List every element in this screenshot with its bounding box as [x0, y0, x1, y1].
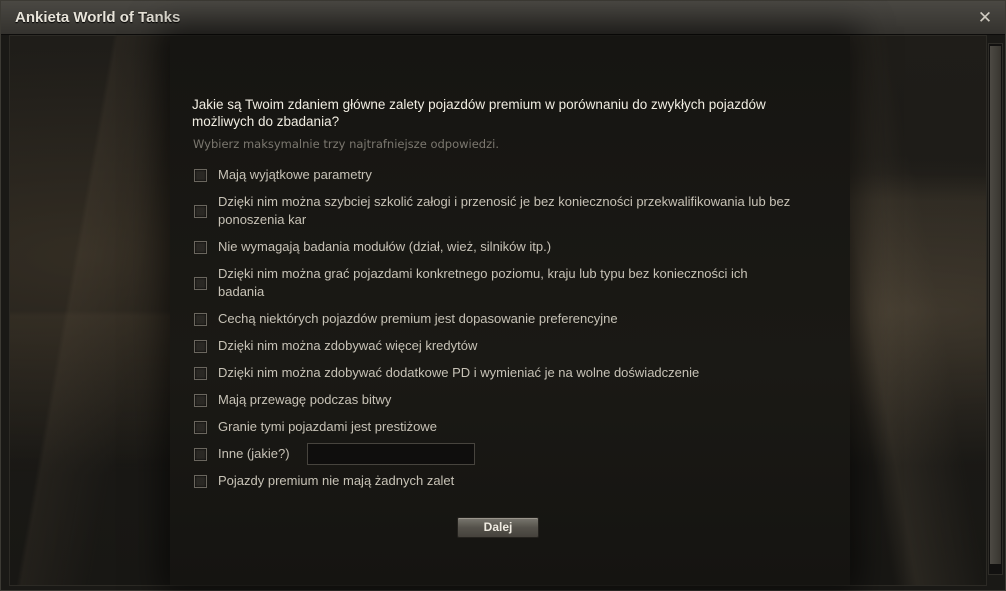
- option-label[interactable]: Inne (jakie?): [218, 445, 304, 463]
- option-label[interactable]: Dzięki nim można szybciej szkolić załogi…: [218, 193, 793, 229]
- option-row[interactable]: Dzięki nim można zdobywać więcej kredytó…: [194, 337, 794, 355]
- option-checkbox[interactable]: [194, 447, 207, 461]
- option-checkbox[interactable]: [194, 168, 207, 182]
- option-checkbox[interactable]: [194, 339, 207, 353]
- option-checkbox[interactable]: [194, 276, 207, 290]
- option-row[interactable]: Nie wymagają badania modułów (dział, wie…: [194, 238, 794, 256]
- next-button[interactable]: Dalej: [457, 517, 539, 538]
- option-row[interactable]: Dzięki nim można szybciej szkolić załogi…: [194, 193, 794, 229]
- scrollbar[interactable]: [988, 43, 1003, 575]
- survey-window: Ankieta World of Tanks ✕ Jakie są Twoim …: [0, 0, 1006, 591]
- option-checkbox[interactable]: [194, 474, 207, 488]
- question-text: Jakie są Twoim zdaniem główne zalety poj…: [192, 97, 766, 129]
- other-answer-input[interactable]: [307, 443, 475, 465]
- window-title: Ankieta World of Tanks: [15, 9, 181, 26]
- option-label[interactable]: Granie tymi pojazdami jest prestiżowe: [218, 418, 793, 436]
- option-row[interactable]: Granie tymi pojazdami jest prestiżowe: [194, 418, 794, 436]
- option-label[interactable]: Dzięki nim można grać pojazdami konkretn…: [218, 265, 793, 301]
- option-row-other[interactable]: Inne (jakie?): [194, 445, 304, 463]
- option-row[interactable]: Cechą niektórych pojazdów premium jest d…: [194, 310, 794, 328]
- option-label[interactable]: Mają wyjątkowe parametry: [218, 166, 793, 184]
- option-row[interactable]: Pojazdy premium nie mają żadnych zalet: [194, 472, 794, 490]
- option-row[interactable]: Mają przewagę podczas bitwy: [194, 391, 794, 409]
- option-label[interactable]: Cechą niektórych pojazdów premium jest d…: [218, 310, 793, 328]
- option-checkbox[interactable]: [194, 240, 207, 254]
- close-icon[interactable]: ✕: [975, 8, 995, 28]
- option-checkbox[interactable]: [194, 312, 207, 326]
- option-checkbox[interactable]: [194, 366, 207, 380]
- titlebar: Ankieta World of Tanks ✕: [1, 1, 1005, 35]
- background-desk-right: [846, 36, 986, 585]
- hint-text: Wybierz maksymalnie trzy najtrafniejsze …: [193, 137, 499, 151]
- option-label[interactable]: Dzięki nim można zdobywać dodatkowe PD i…: [218, 364, 793, 382]
- background-desk-left: [10, 36, 170, 585]
- option-row[interactable]: Dzięki nim można grać pojazdami konkretn…: [194, 265, 794, 301]
- option-label[interactable]: Pojazdy premium nie mają żadnych zalet: [218, 472, 793, 490]
- option-label[interactable]: Nie wymagają badania modułów (dział, wie…: [218, 238, 793, 256]
- option-label[interactable]: Dzięki nim można zdobywać więcej kredytó…: [218, 337, 793, 355]
- option-checkbox[interactable]: [194, 393, 207, 407]
- option-row[interactable]: Dzięki nim można zdobywać dodatkowe PD i…: [194, 364, 794, 382]
- option-row[interactable]: Mają wyjątkowe parametry: [194, 166, 794, 184]
- option-checkbox[interactable]: [194, 420, 207, 434]
- scrollbar-thumb[interactable]: [990, 46, 1001, 564]
- option-label[interactable]: Mają przewagę podczas bitwy: [218, 391, 793, 409]
- option-checkbox[interactable]: [194, 204, 207, 218]
